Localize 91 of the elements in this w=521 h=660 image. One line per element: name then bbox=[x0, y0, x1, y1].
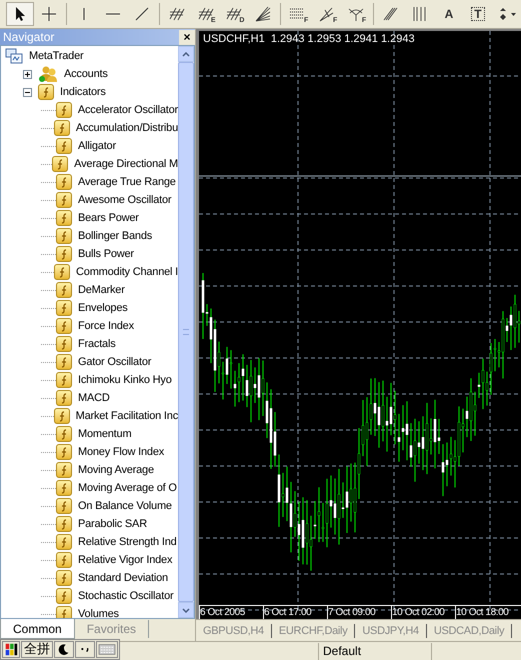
function-icon bbox=[56, 444, 72, 460]
ime-logo-icon[interactable] bbox=[2, 641, 20, 658]
function-icon bbox=[56, 570, 72, 586]
tree-item[interactable]: Awesome Oscillator bbox=[78, 194, 172, 206]
tree-item[interactable]: Force Index bbox=[78, 320, 134, 332]
tree-item[interactable]: DeMarker bbox=[78, 284, 125, 296]
tree-item[interactable]: Volumes bbox=[78, 608, 119, 618]
panel-tab[interactable]: Common bbox=[0, 619, 75, 639]
tree-item[interactable]: Bulls Power bbox=[78, 248, 134, 260]
function-icon bbox=[52, 156, 68, 172]
function-icon bbox=[56, 336, 72, 352]
tree-item[interactable]: Alligator bbox=[78, 140, 116, 152]
tree-item[interactable]: On Balance Volume bbox=[78, 500, 172, 512]
scroll-down-button[interactable] bbox=[178, 602, 194, 618]
function-icon bbox=[38, 84, 54, 100]
function-icon bbox=[56, 588, 72, 604]
function-icon bbox=[54, 264, 70, 280]
tree-item[interactable]: MACD bbox=[78, 392, 110, 404]
function-icon bbox=[56, 174, 72, 190]
function-icon bbox=[56, 606, 72, 618]
monitor-icon bbox=[5, 48, 23, 64]
channel-icon bbox=[166, 5, 187, 23]
function-icon bbox=[56, 102, 72, 118]
function-icon bbox=[56, 390, 72, 406]
half-width-icon[interactable] bbox=[54, 641, 74, 658]
function-icon bbox=[56, 498, 72, 514]
expand-icon[interactable] bbox=[23, 70, 32, 78]
collapse-icon[interactable] bbox=[23, 88, 32, 96]
tree-item[interactable]: Average Directional M bbox=[74, 158, 178, 170]
users-icon bbox=[38, 65, 58, 83]
function-icon bbox=[56, 228, 72, 244]
tree-item[interactable]: Money Flow Index bbox=[78, 446, 164, 458]
text-tool-letter: A bbox=[444, 8, 454, 20]
function-icon bbox=[56, 372, 72, 388]
function-icon bbox=[56, 282, 72, 298]
toolbar-button[interactable] bbox=[6, 2, 34, 26]
function-icon bbox=[56, 516, 72, 532]
function-icon bbox=[54, 120, 70, 136]
keyboard-icon[interactable] bbox=[96, 641, 118, 658]
toolbar-button[interactable]: T bbox=[464, 2, 492, 26]
tree-item[interactable]: Fractals bbox=[78, 338, 116, 350]
function-icon bbox=[56, 480, 72, 496]
tree-item[interactable]: Accelerator Oscillator bbox=[78, 104, 178, 116]
panel-title: Navigator bbox=[3, 31, 54, 43]
tree-item[interactable]: MetaTrader bbox=[29, 50, 84, 62]
function-icon bbox=[56, 300, 72, 316]
input-mode-button[interactable]: 全拼 bbox=[21, 641, 53, 658]
function-icon bbox=[56, 552, 72, 568]
tree-item[interactable]: Envelopes bbox=[78, 302, 128, 314]
function-icon bbox=[56, 354, 72, 370]
channel-icon bbox=[196, 5, 216, 23]
chevron-down-icon bbox=[182, 608, 190, 612]
tree-item[interactable]: Commodity Channel I bbox=[76, 266, 178, 278]
text-tool-letter: T bbox=[471, 7, 485, 21]
status-profile: Default bbox=[318, 642, 432, 660]
vertical-line-icon bbox=[82, 8, 85, 20]
tree-item[interactable]: Accumulation/Distribu bbox=[76, 122, 178, 134]
tree-item[interactable]: Indicators bbox=[60, 86, 106, 98]
close-button[interactable]: × bbox=[179, 30, 195, 44]
function-icon bbox=[56, 426, 72, 442]
chart-info: USDCHF,H1 1.2943 1.2953 1.2941 1.2943 bbox=[203, 32, 415, 46]
function-icon bbox=[56, 138, 72, 154]
scroll-up-button[interactable] bbox=[178, 46, 194, 62]
function-icon bbox=[56, 210, 72, 226]
tree-item[interactable]: Ichimoku Kinko Hyo bbox=[78, 374, 172, 386]
tree-item[interactable]: Gator Oscillator bbox=[78, 356, 152, 368]
tree-item[interactable]: Moving Average of O bbox=[78, 482, 177, 494]
tree-item[interactable]: Accounts bbox=[64, 68, 108, 80]
function-icon bbox=[56, 318, 72, 334]
function-icon bbox=[56, 192, 72, 208]
function-icon bbox=[56, 534, 72, 550]
tree-item[interactable]: Parabolic SAR bbox=[78, 518, 147, 530]
tree-item[interactable]: Bears Power bbox=[78, 212, 139, 224]
horizontal-line-icon bbox=[106, 13, 120, 15]
price-chart[interactable]: USDCHF,H1 1.2943 1.2953 1.2941 1.2943 6 Oct 2005 6 Oct 17:00 7 Oct 09:00 10 Oct 02:00 10 Oct 18:00 bbox=[196, 29, 521, 619]
channel-icon bbox=[224, 5, 244, 23]
tree-item[interactable]: Average True Range bbox=[78, 176, 176, 188]
punctuation-icon[interactable] bbox=[75, 641, 95, 658]
tree-item[interactable]: Moving Average bbox=[78, 464, 154, 476]
toolbar-button[interactable]: A bbox=[435, 2, 463, 26]
function-icon bbox=[56, 462, 72, 478]
chevron-up-icon bbox=[182, 52, 190, 56]
tree-item[interactable]: Relative Strength Ind bbox=[78, 536, 177, 548]
tree-item[interactable]: Market Facilitation Inc bbox=[76, 410, 178, 422]
function-icon bbox=[54, 408, 70, 424]
tree-item[interactable]: Relative Vigor Index bbox=[78, 554, 172, 566]
function-icon bbox=[56, 246, 72, 262]
tree-item[interactable]: Stochastic Oscillator bbox=[78, 590, 174, 602]
tree-item[interactable]: Bollinger Bands bbox=[78, 230, 152, 242]
tree-item[interactable]: Standard Deviation bbox=[78, 572, 168, 584]
tree-item[interactable]: Momentum bbox=[78, 428, 132, 440]
